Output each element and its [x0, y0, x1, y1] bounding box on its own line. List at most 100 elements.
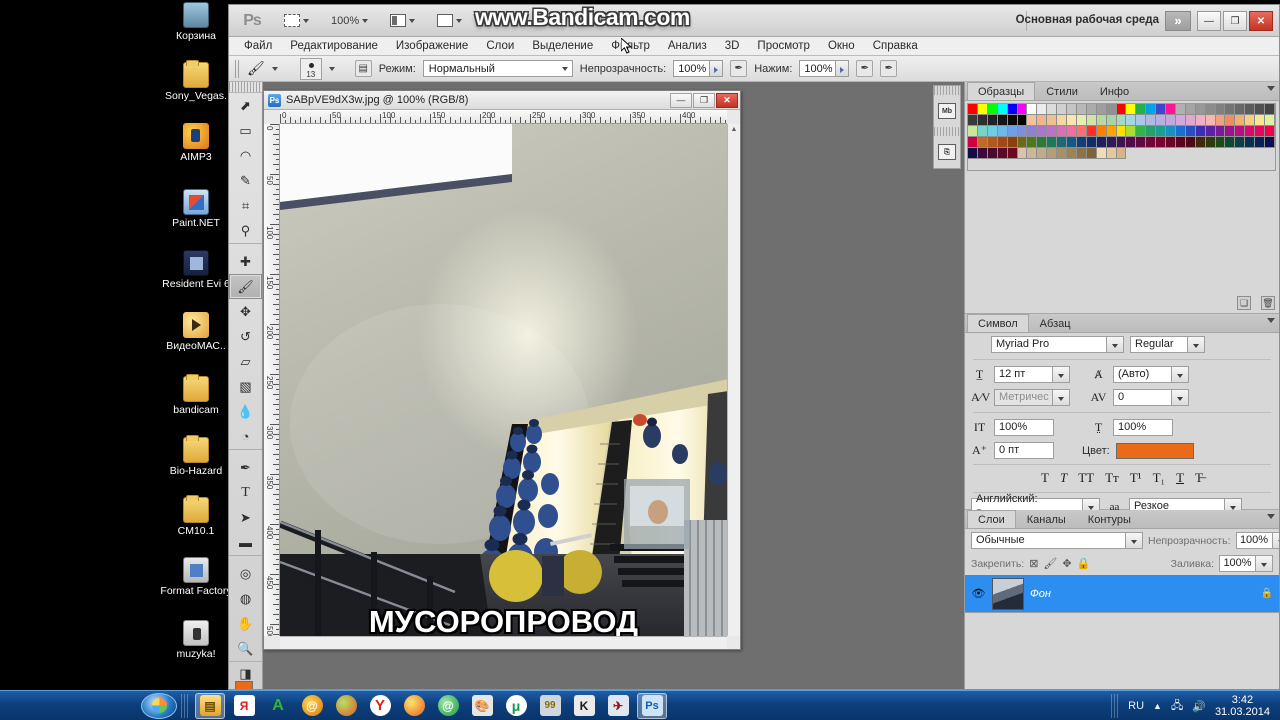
panel-grip[interactable] [934, 127, 960, 136]
menu-item-help[interactable]: Справка [864, 38, 927, 54]
tool-3d-orbit[interactable]: ◍ [229, 586, 262, 611]
swatch-cell[interactable] [968, 137, 978, 148]
swatch-cell[interactable] [1146, 115, 1157, 126]
swatch-cell[interactable] [1116, 137, 1127, 148]
menu-item-view[interactable]: Просмотр [748, 38, 819, 54]
swatch-cell[interactable] [1156, 115, 1167, 126]
tool-crop[interactable]: ⌗ [229, 193, 262, 218]
history-panel-button[interactable]: ⎘ [934, 136, 960, 168]
swatch-cell[interactable] [1007, 115, 1018, 126]
swatch-cell[interactable] [1007, 148, 1018, 159]
blend-mode-select[interactable]: Нормальный [422, 60, 573, 77]
document-maximize-button[interactable]: ❐ [693, 92, 715, 108]
lock-all-icon[interactable]: 🔒 [1077, 557, 1091, 570]
screen-mode-toggle-button[interactable] [432, 11, 467, 30]
panel-grip[interactable] [934, 86, 960, 95]
volume-icon[interactable]: 🔊 [1192, 700, 1206, 713]
swatch-cell[interactable] [1245, 126, 1256, 137]
swatch-cell[interactable] [987, 137, 998, 148]
swatch-cell[interactable] [1057, 115, 1068, 126]
foreground-color-swatch[interactable] [235, 681, 253, 689]
network-icon[interactable]: 🖧 [1171, 697, 1183, 716]
panel-menu-icon[interactable] [1267, 514, 1275, 519]
tool-pen[interactable]: ✒ [229, 455, 262, 480]
document-vertical-scrollbar[interactable]: ▲ [727, 124, 740, 636]
swatch-cell[interactable] [1067, 137, 1077, 148]
swatch-cell[interactable] [1185, 104, 1196, 115]
swatch-cell[interactable] [1057, 137, 1068, 148]
panel-menu-icon[interactable] [1267, 318, 1275, 323]
swatch-cell[interactable] [1245, 104, 1256, 115]
swatch-cell[interactable] [1205, 137, 1216, 148]
swatch-cell[interactable] [977, 104, 988, 115]
swatch-cell[interactable] [1235, 126, 1246, 137]
swatch-cell[interactable] [1205, 104, 1216, 115]
tool-clone-stamp[interactable]: ✥ [229, 299, 262, 324]
lock-image-pixels-icon[interactable]: 🖌 [1043, 557, 1057, 570]
menu-item-image[interactable]: Изображение [387, 38, 477, 54]
swatch-cell[interactable] [997, 126, 1008, 137]
taskbar-item-icq[interactable]: @ [433, 693, 463, 719]
swatch-cell[interactable] [1146, 104, 1157, 115]
swatch-cell[interactable] [1166, 137, 1176, 148]
swatch-cell[interactable] [1067, 115, 1077, 126]
taskbar-item-utorrent[interactable]: μ [501, 693, 531, 719]
tool-history-brush[interactable]: ↺ [229, 324, 262, 349]
swatch-cell[interactable] [1195, 115, 1206, 126]
swatch-cell[interactable] [1146, 126, 1157, 137]
font-family-dropdown-icon[interactable] [1107, 336, 1124, 353]
taskbar-item-opera[interactable] [331, 693, 361, 719]
swatch-cell[interactable] [1086, 115, 1097, 126]
tab-character[interactable]: Символ [967, 314, 1029, 332]
swatch-cell[interactable] [997, 104, 1008, 115]
swatch-cell[interactable] [1225, 115, 1236, 126]
swatch-cell[interactable] [1017, 126, 1028, 137]
swatch-cell[interactable] [1067, 126, 1077, 137]
superscript-button[interactable]: T¹ [1130, 470, 1142, 486]
swatch-cell[interactable] [987, 148, 998, 159]
swatch-cell[interactable] [1255, 137, 1266, 148]
swatch-cell[interactable] [1057, 148, 1068, 159]
swatch-cell[interactable] [1265, 104, 1275, 115]
swatch-cell[interactable] [1057, 104, 1068, 115]
swatch-cell[interactable] [1265, 126, 1275, 137]
taskbar-item-winamp[interactable]: ✈ [603, 693, 633, 719]
tool-blur[interactable]: 💧 [229, 399, 262, 424]
vertical-scale-input[interactable]: 100% [994, 419, 1054, 436]
swatch-cell[interactable] [1136, 137, 1147, 148]
swatch-cell[interactable] [1076, 115, 1087, 126]
tracking-dropdown-icon[interactable] [1172, 389, 1189, 406]
leading-input[interactable]: (Авто) [1113, 366, 1172, 383]
swatch-cell[interactable] [977, 137, 988, 148]
swatch-cell[interactable] [1185, 137, 1196, 148]
swatch-cell[interactable] [1047, 115, 1058, 126]
swatch-cell[interactable] [1116, 104, 1127, 115]
options-bar-grip[interactable] [235, 59, 240, 78]
menu-item-edit[interactable]: Редактирование [281, 38, 387, 54]
flow-input[interactable]: 100% [799, 60, 837, 77]
screen-mode-button[interactable] [279, 11, 314, 30]
swatch-cell[interactable] [1185, 126, 1196, 137]
mini-bridge-panel-button[interactable]: Mb [934, 95, 960, 127]
show-hidden-icons-icon[interactable]: ▲ [1153, 701, 1162, 711]
swatch-cell[interactable] [1106, 115, 1117, 126]
arrange-documents-button[interactable] [385, 11, 420, 30]
font-family-select[interactable]: Myriad Pro [991, 336, 1107, 353]
swatch-cell[interactable] [1007, 126, 1018, 137]
horizontal-scale-input[interactable]: 100% [1113, 419, 1173, 436]
swatch-cell[interactable] [1235, 104, 1246, 115]
menu-item-analysis[interactable]: Анализ [659, 38, 716, 54]
swatch-cell[interactable] [987, 104, 998, 115]
layer-blend-mode-select[interactable]: Обычные [971, 532, 1126, 549]
swatch-cell[interactable] [1235, 115, 1246, 126]
tool-rectangle[interactable]: ▬ [229, 530, 262, 555]
swatch-cell[interactable] [1265, 137, 1275, 148]
swatch-cell[interactable] [1205, 126, 1216, 137]
layer-opacity-input[interactable]: 100% [1235, 532, 1273, 549]
chevron-down-icon[interactable] [328, 66, 335, 71]
font-size-dropdown-icon[interactable] [1053, 366, 1070, 383]
taskbar-item-counter-strike[interactable]: K [569, 693, 599, 719]
swatch-cell[interactable] [1096, 137, 1107, 148]
swatch-cell[interactable] [1017, 104, 1028, 115]
tab-channels[interactable]: Каналы [1016, 510, 1077, 528]
